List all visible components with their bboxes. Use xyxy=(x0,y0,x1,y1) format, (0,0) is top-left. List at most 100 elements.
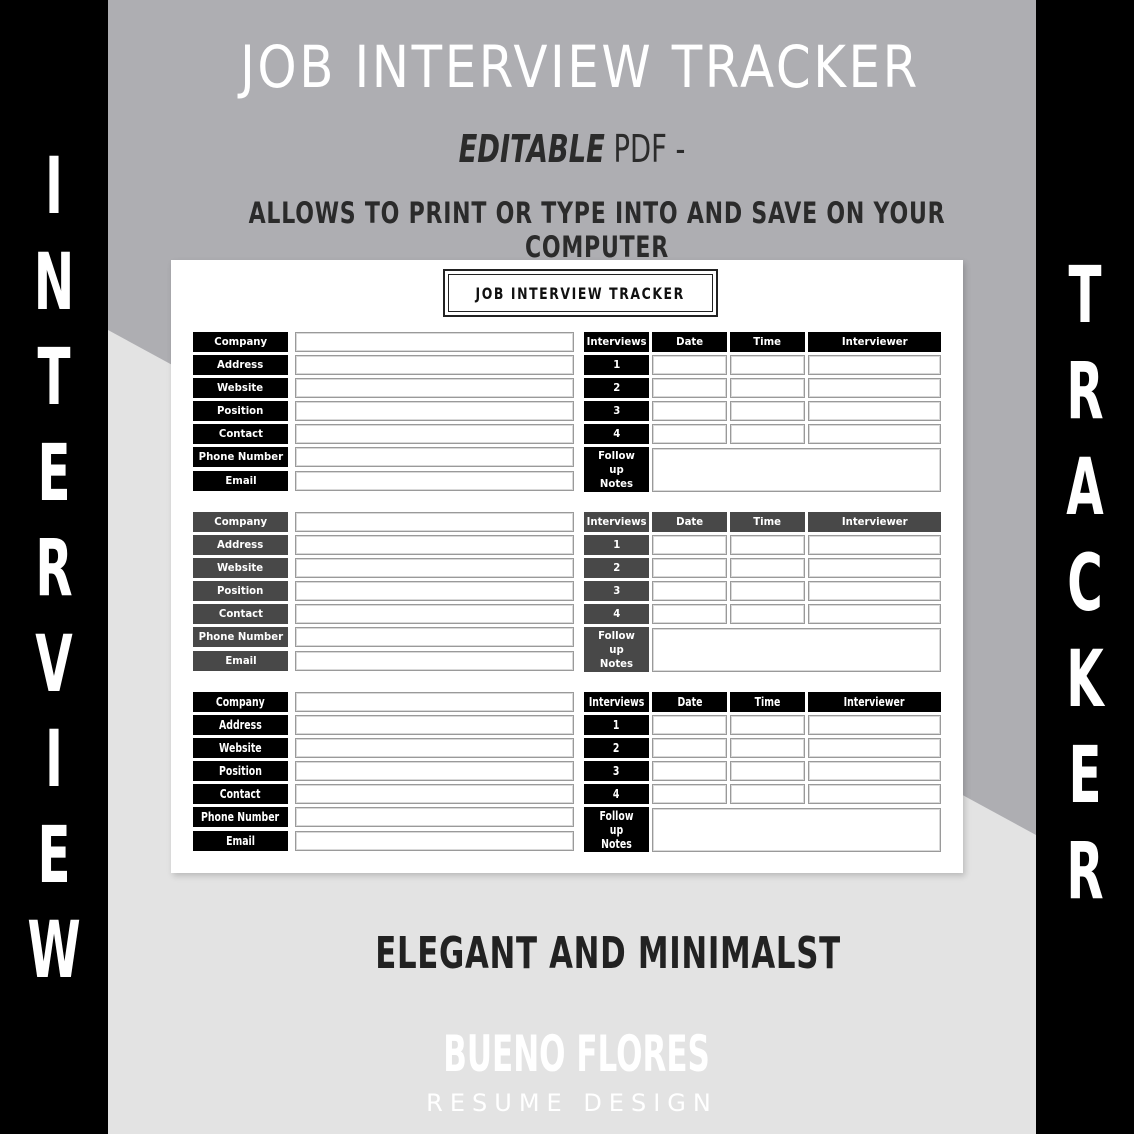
company-field-label: Company xyxy=(193,692,288,712)
tracker-form-preview: JOB INTERVIEW TRACKER Company Address Webs… xyxy=(171,260,963,873)
followup-notes-label: Follow up Notes xyxy=(584,627,649,672)
interview-date-input[interactable] xyxy=(652,738,727,758)
interview-interviewer-input[interactable] xyxy=(808,604,941,624)
interview-number-cell: 4 xyxy=(584,424,649,444)
interview-interviewer-input[interactable] xyxy=(808,378,941,398)
right-banner-letter: E xyxy=(1068,731,1102,821)
right-banner-letter: R xyxy=(1066,827,1104,917)
interview-time-input[interactable] xyxy=(730,581,805,601)
interview-header-cell: Interviewer xyxy=(808,332,941,352)
company-field-input[interactable] xyxy=(295,831,574,851)
left-banner-letter: R xyxy=(35,524,73,614)
left-banner-letter: N xyxy=(33,237,75,328)
interview-header-cell: Date xyxy=(652,512,727,532)
company-field-label: Position xyxy=(193,581,288,601)
company-field-input[interactable] xyxy=(295,447,574,467)
company-field-input[interactable] xyxy=(295,715,574,735)
company-field-label: Contact xyxy=(193,604,288,624)
left-banner-letter: E xyxy=(37,428,71,519)
company-field-label: Email xyxy=(193,471,288,491)
interview-date-input[interactable] xyxy=(652,401,727,421)
left-banner-letter: V xyxy=(35,619,73,710)
tagline: ELEGANT AND MINIMALST xyxy=(375,928,841,979)
interview-interviewer-input[interactable] xyxy=(808,784,941,804)
interview-interviewer-input[interactable] xyxy=(808,715,941,735)
interview-date-input[interactable] xyxy=(652,604,727,624)
interview-interviewer-input[interactable] xyxy=(808,535,941,555)
right-banner-strip: TRACKER xyxy=(1036,0,1134,1134)
interview-date-input[interactable] xyxy=(652,378,727,398)
right-banner-letter: T xyxy=(1068,251,1102,341)
company-field-input[interactable] xyxy=(295,332,574,352)
followup-notes-input[interactable] xyxy=(652,808,941,852)
interview-time-input[interactable] xyxy=(730,715,805,735)
interview-time-input[interactable] xyxy=(730,761,805,781)
interview-date-input[interactable] xyxy=(652,558,727,578)
interview-time-input[interactable] xyxy=(730,355,805,375)
company-field-input[interactable] xyxy=(295,581,574,601)
company-field-input[interactable] xyxy=(295,761,574,781)
company-field-input[interactable] xyxy=(295,401,574,421)
interview-interviewer-input[interactable] xyxy=(808,761,941,781)
interview-time-input[interactable] xyxy=(730,378,805,398)
hero-description: ALLOWS TO PRINT OR TYPE INTO AND SAVE ON… xyxy=(248,196,946,264)
company-field-label: Phone Number xyxy=(193,447,288,467)
interview-interviewer-input[interactable] xyxy=(808,424,941,444)
interview-time-input[interactable] xyxy=(730,535,805,555)
interview-time-input[interactable] xyxy=(730,738,805,758)
company-field-label: Position xyxy=(193,761,288,781)
interview-date-input[interactable] xyxy=(652,715,727,735)
company-field-input[interactable] xyxy=(295,738,574,758)
followup-notes-input[interactable] xyxy=(652,628,941,672)
interview-date-input[interactable] xyxy=(652,784,727,804)
company-field-input[interactable] xyxy=(295,378,574,398)
tracker-section: Company Address Website Position Contact Phon… xyxy=(171,332,963,497)
hero-subtitle-pdf: PDF - xyxy=(604,127,686,171)
company-field-input[interactable] xyxy=(295,627,574,647)
right-banner-letter: R xyxy=(1066,347,1104,437)
company-field-label: Company xyxy=(193,332,288,352)
company-field-input[interactable] xyxy=(295,558,574,578)
followup-notes-label: Follow up Notes xyxy=(584,447,649,492)
interview-number-cell: 4 xyxy=(584,604,649,624)
interview-number-cell: 3 xyxy=(584,581,649,601)
interview-header-cell: Interviews xyxy=(584,512,649,532)
interview-header-cell: Time xyxy=(730,692,805,712)
interview-interviewer-input[interactable] xyxy=(808,558,941,578)
interview-date-input[interactable] xyxy=(652,581,727,601)
company-field-input[interactable] xyxy=(295,651,574,671)
interview-time-input[interactable] xyxy=(730,401,805,421)
interview-date-input[interactable] xyxy=(652,424,727,444)
interview-interviewer-input[interactable] xyxy=(808,581,941,601)
company-field-input[interactable] xyxy=(295,355,574,375)
company-field-input[interactable] xyxy=(295,535,574,555)
company-field-input[interactable] xyxy=(295,604,574,624)
company-field-input[interactable] xyxy=(295,424,574,444)
interview-interviewer-input[interactable] xyxy=(808,355,941,375)
right-banner-letter: C xyxy=(1067,539,1103,629)
interview-date-input[interactable] xyxy=(652,761,727,781)
hero-subtitle-editable: EDITABLE xyxy=(458,127,605,171)
interview-header-cell: Interviews xyxy=(584,692,649,712)
interview-time-input[interactable] xyxy=(730,424,805,444)
followup-notes-label: Follow up Notes xyxy=(584,807,649,852)
company-field-label: Company xyxy=(193,512,288,532)
company-field-input[interactable] xyxy=(295,471,574,491)
company-field-input[interactable] xyxy=(295,512,574,532)
interview-time-input[interactable] xyxy=(730,784,805,804)
left-banner-letter: E xyxy=(37,810,71,901)
company-field-label: Address xyxy=(193,355,288,375)
company-field-input[interactable] xyxy=(295,692,574,712)
interview-date-input[interactable] xyxy=(652,355,727,375)
interview-interviewer-input[interactable] xyxy=(808,738,941,758)
company-field-input[interactable] xyxy=(295,784,574,804)
interview-interviewer-input[interactable] xyxy=(808,401,941,421)
interview-time-input[interactable] xyxy=(730,604,805,624)
interview-time-input[interactable] xyxy=(730,558,805,578)
interview-date-input[interactable] xyxy=(652,535,727,555)
company-field-input[interactable] xyxy=(295,807,574,827)
followup-notes-input[interactable] xyxy=(652,448,941,492)
left-banner-letter: I xyxy=(45,142,63,232)
left-banner-strip: INTERVIEW xyxy=(0,0,108,1134)
company-field-label: Position xyxy=(193,401,288,421)
